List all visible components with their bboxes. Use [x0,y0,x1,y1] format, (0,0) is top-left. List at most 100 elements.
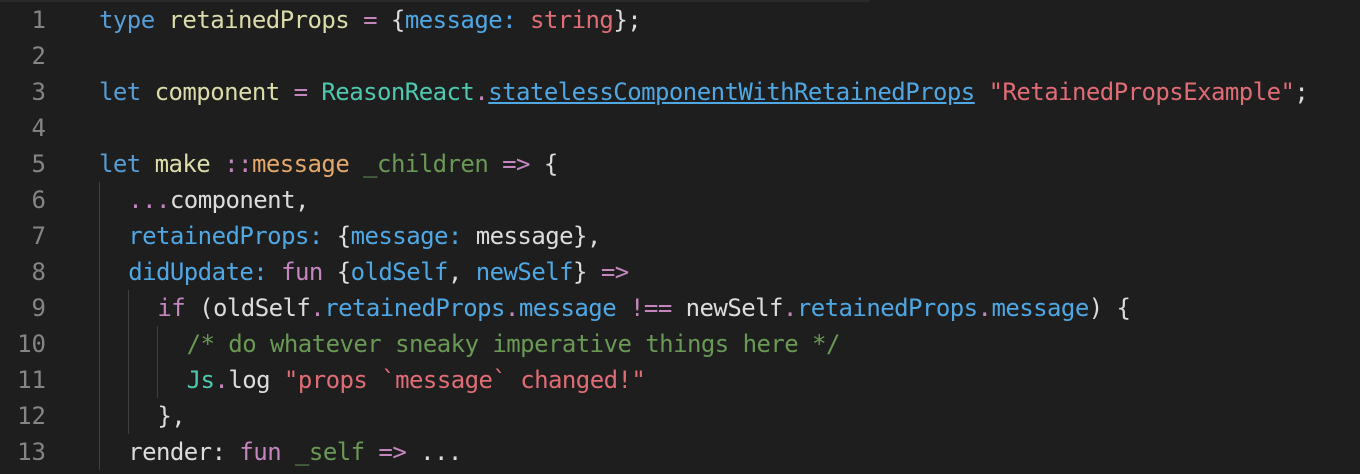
code-token: message [251,150,350,178]
code-line[interactable]: 7 retainedProps: {message: message}, [0,218,1360,254]
code-token: ... [406,438,462,466]
code-line[interactable]: 2 [0,38,1360,74]
code-token: retainedProps [128,222,309,250]
code-token: retainedProps [168,6,350,34]
code-text: render: fun _self => ... [128,434,462,470]
code-token: : [253,258,282,286]
code-token: string [529,6,614,34]
code-token: !== [630,294,672,322]
code-token: { [529,150,558,178]
indent-guide [128,398,130,434]
code-token: => [600,258,629,286]
code-line[interactable]: 13 render: fun _self => ... [0,434,1360,470]
line-number: 4 [31,114,46,142]
code-token: message [991,294,1089,322]
code-token: message [404,6,503,34]
code-token: statelessComponentWithRetainedProps [488,78,975,106]
code-token: }, [157,402,186,430]
code-line[interactable]: 11 Js.log "props `message` changed!" [0,362,1360,398]
code-text: didUpdate: fun {oldSelf, newSelf} => [128,254,629,290]
code-token: { [336,222,351,250]
code-text: Js.log "props `message` changed!" [187,362,646,398]
code-token: type [99,6,155,34]
code-token: newSelf [475,258,574,286]
indent-guide [99,326,100,362]
code-line[interactable]: 12}, [0,398,1360,434]
code-token: : [447,222,476,250]
indent-guide [99,254,100,290]
code-token: ReasonReact [321,78,475,106]
code-lines: 1 type retainedProps = {message: string};… [0,2,1360,470]
code-text: /* do whatever sneaky imperative things … [186,326,841,362]
code-token: didUpdate [128,258,254,286]
indent-guide [99,434,100,470]
code-token: = [279,78,322,106]
code-token: message [350,222,449,250]
code-token: : [211,438,240,466]
line-number: 1 [31,6,46,34]
code-token: ... [128,186,170,214]
code-token: component, [169,186,310,214]
code-token: ; [1294,78,1309,106]
code-token: : [502,6,530,34]
code-token: retainedProps [796,294,978,322]
code-token: , [447,258,476,286]
code-text: retainedProps: {message: message}, [128,218,601,254]
line-number: 8 [31,258,46,286]
code-token: if [157,294,186,322]
code-token: . [310,294,325,322]
code-line[interactable]: 9 if (oldSelf.retainedProps.message !== n… [0,290,1360,326]
code-token: component [154,78,281,106]
indent-guide [99,398,100,434]
code-token: => [502,150,530,178]
code-line[interactable]: 5 let make ::message _children => { [0,146,1360,182]
code-token: . [782,294,797,322]
code-token: :: [224,150,252,178]
code-token: "RetainedPropsExample" [988,78,1295,106]
line-number: 7 [31,222,46,250]
code-token: ) { [1088,294,1131,322]
line-number: 11 [17,366,46,394]
line-number: 9 [31,294,46,322]
code-editor[interactable]: 1 type retainedProps = {message: string};… [0,0,1360,474]
code-line[interactable]: 3 let component = ReasonReact.statelessCo… [0,74,1360,110]
code-line[interactable]: 8 didUpdate: fun {oldSelf, newSelf} => [0,254,1360,290]
code-token: log [228,366,271,394]
code-token: message [518,294,617,322]
code-token: "props `message` changed!" [283,366,646,394]
code-token: : [308,222,337,250]
code-token: . [214,366,229,394]
code-token: . [474,78,489,106]
code-token: . [977,294,992,322]
code-token: let [99,78,141,106]
code-token: = [349,6,391,34]
code-token: fun [281,258,323,286]
code-line[interactable]: 4 [0,110,1360,146]
code-text: let component = ReasonReact.statelessCom… [99,74,1309,110]
code-text: let make ::message _children => { [99,146,558,182]
code-line[interactable]: 6 ...component, [0,182,1360,218]
code-text: ...component, [128,182,309,218]
code-token: /* do whatever sneaky imperative things … [186,330,841,358]
line-number: 10 [17,330,46,358]
code-token: message}, [475,222,602,250]
indent-guide [99,362,100,398]
indent-guide [128,362,130,398]
code-token: _self [295,438,365,466]
code-token: => [378,438,407,466]
code-line[interactable]: 10 /* do whatever sneaky imperative thing… [0,326,1360,362]
line-number: 12 [17,402,46,430]
code-line[interactable]: 1 type retainedProps = {message: string}; [0,2,1360,38]
line-number: 13 [17,438,46,466]
indent-guide [157,326,159,362]
code-token: }; [613,6,642,34]
